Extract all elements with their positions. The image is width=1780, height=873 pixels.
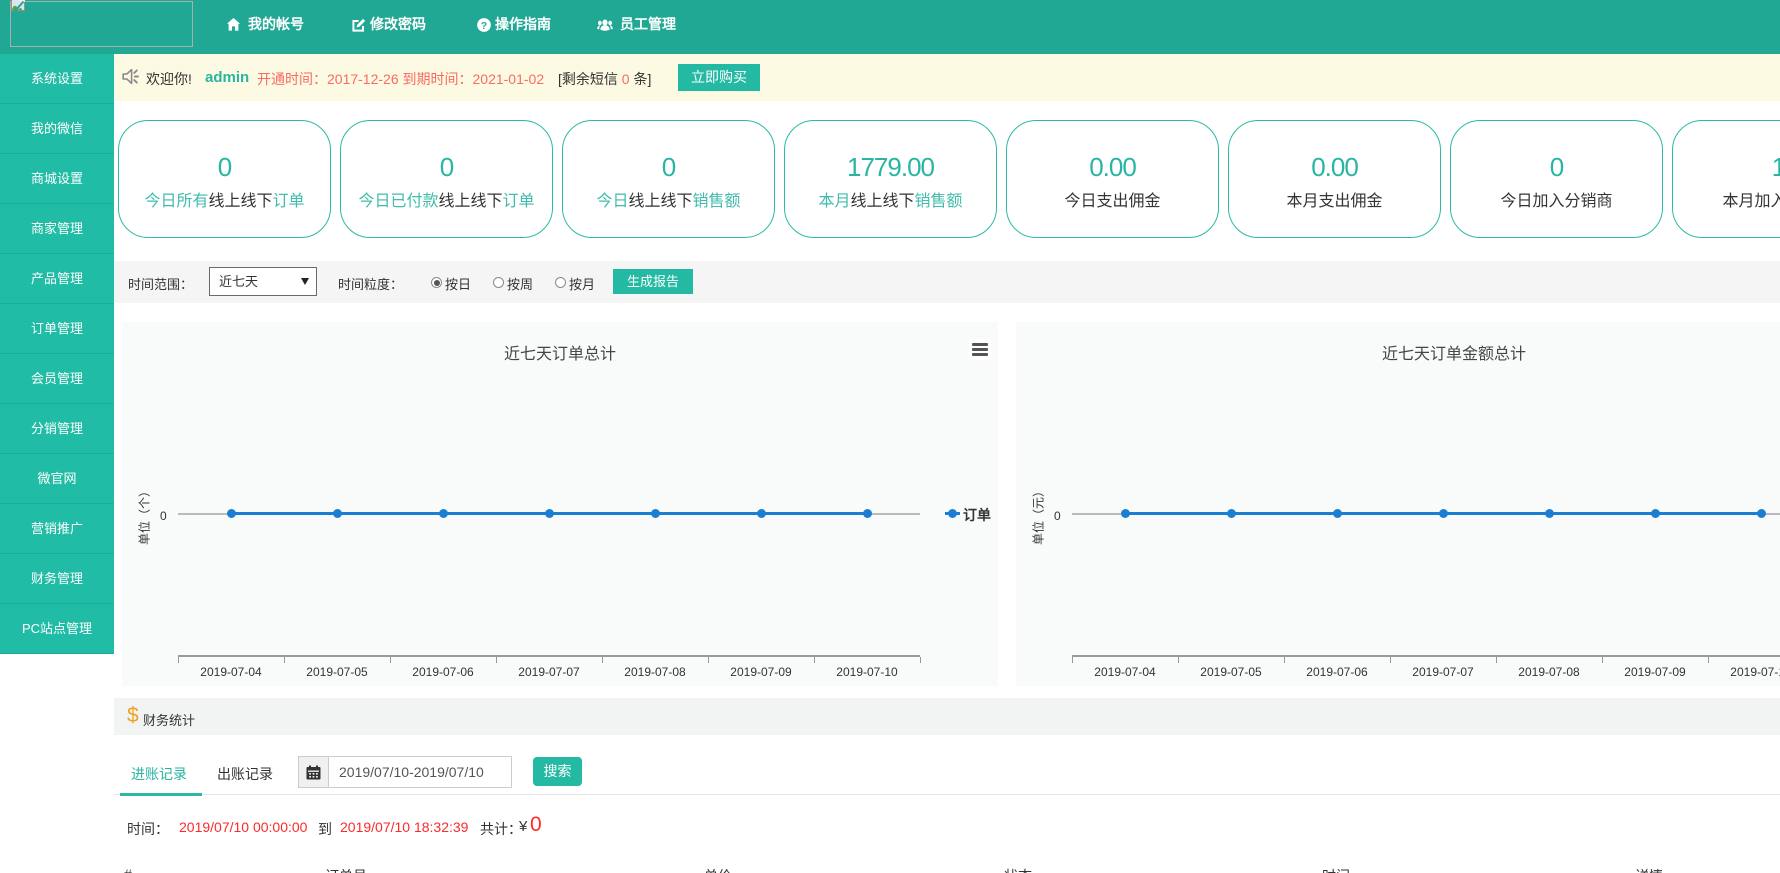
- svg-text:?: ?: [481, 19, 487, 31]
